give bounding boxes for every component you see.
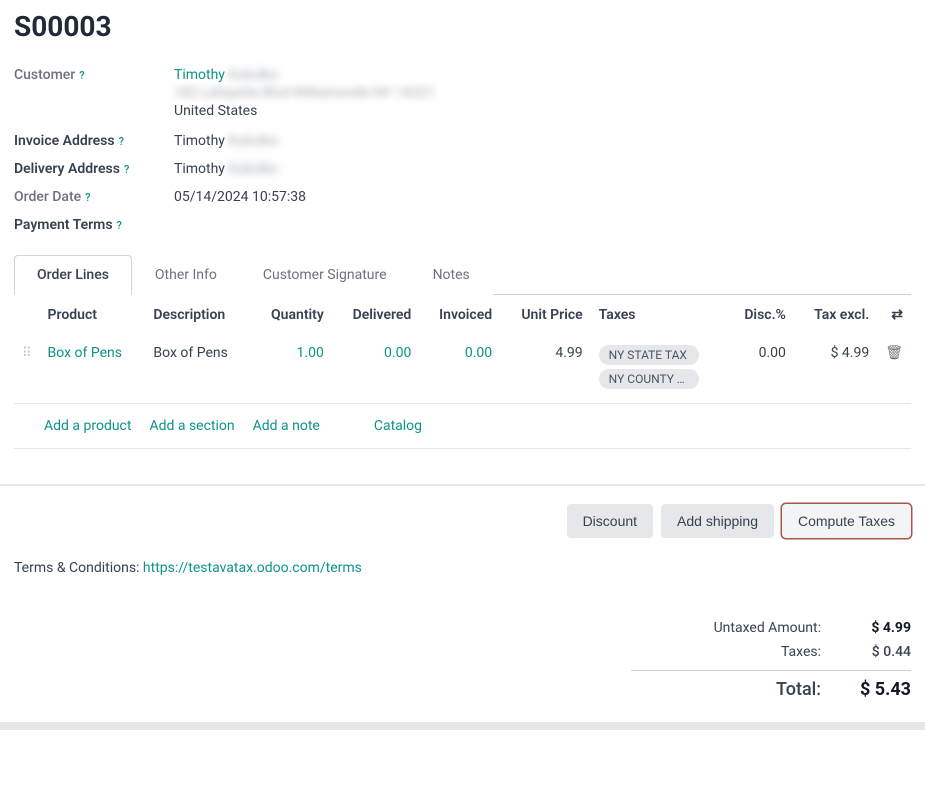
customer-addr1: 182 Lafayette Blvd [174, 85, 289, 101]
order-date-value: 05/14/2024 10:57:38 [174, 189, 911, 205]
settings-icon[interactable]: ⇄ [891, 307, 903, 323]
col-tax-excl: Tax excl. [794, 295, 877, 335]
help-icon[interactable]: ? [117, 219, 122, 232]
terms-link[interactable]: https://testavatax.odoo.com/terms [143, 560, 362, 576]
line-delivered[interactable]: 0.00 [332, 335, 419, 404]
customer-name-blur: Kukulko [228, 67, 278, 83]
total-value: $ 5.43 [841, 679, 911, 700]
taxes-value: $ 0.44 [841, 644, 911, 660]
invoice-address-label: Invoice Address? [14, 133, 174, 149]
untaxed-value: $ 4.99 [841, 620, 911, 636]
table-link-row: Add a product Add a section Add a note C… [14, 404, 911, 449]
help-icon[interactable]: ? [79, 69, 84, 82]
tab-customer-signature[interactable]: Customer Signature [240, 255, 410, 295]
line-invoiced[interactable]: 0.00 [419, 335, 500, 404]
tab-notes[interactable]: Notes [410, 255, 493, 295]
col-product: Product [40, 295, 146, 335]
tax-badge[interactable]: NY COUNTY TAX [599, 369, 699, 389]
col-description: Description [145, 295, 251, 335]
line-product[interactable]: Box of Pens [40, 335, 146, 404]
order-date-label: Order Date? [14, 189, 174, 205]
trash-icon[interactable]: 🗑 [885, 345, 903, 361]
taxes-label: Taxes: [631, 644, 821, 660]
col-delivered: Delivered [332, 295, 419, 335]
drag-handle-icon[interactable]: ⠿ [22, 346, 32, 361]
customer-country: United States [174, 103, 911, 119]
line-disc[interactable]: 0.00 [726, 335, 793, 404]
add-shipping-button[interactable]: Add shipping [661, 504, 774, 538]
customer-value: Timothy Kukulko 182 Lafayette Blvd Willi… [174, 67, 911, 121]
line-quantity[interactable]: 1.00 [251, 335, 332, 404]
line-taxes[interactable]: NY STATE TAX NY COUNTY TAX [591, 335, 727, 404]
delivery-address-label: Delivery Address? [14, 161, 174, 177]
tab-other-info[interactable]: Other Info [132, 255, 240, 295]
col-unit-price: Unit Price [500, 295, 591, 335]
action-buttons: Discount Add shipping Compute Taxes [14, 504, 911, 538]
tax-badge[interactable]: NY STATE TAX [599, 345, 699, 365]
customer-addr2: Williamsville NY 14221 [293, 85, 435, 101]
col-taxes: Taxes [591, 295, 727, 335]
order-lines-table: Product Description Quantity Delivered I… [14, 295, 911, 404]
terms-text: Terms & Conditions: https://testavatax.o… [14, 560, 911, 576]
totals: Untaxed Amount: $ 4.99 Taxes: $ 0.44 Tot… [631, 616, 911, 704]
add-product-link[interactable]: Add a product [44, 418, 131, 434]
add-section-link[interactable]: Add a section [149, 418, 234, 434]
tab-order-lines[interactable]: Order Lines [14, 255, 132, 295]
discount-button[interactable]: Discount [567, 504, 653, 538]
line-tax-excl: $ 4.99 [794, 335, 877, 404]
line-description[interactable]: Box of Pens [145, 335, 251, 404]
invoice-address-value: Timothy Kukulko [174, 133, 911, 149]
customer-label: Customer? [14, 67, 174, 83]
tabs: Order Lines Other Info Customer Signatur… [14, 255, 911, 295]
payment-terms-label: Payment Terms? [14, 217, 174, 233]
order-number: S00003 [14, 10, 911, 43]
customer-name-link[interactable]: Timothy [174, 67, 225, 83]
col-quantity: Quantity [251, 295, 332, 335]
help-icon[interactable]: ? [85, 191, 90, 204]
col-disc: Disc.% [726, 295, 793, 335]
catalog-link[interactable]: Catalog [374, 418, 422, 434]
add-note-link[interactable]: Add a note [253, 418, 320, 434]
help-icon[interactable]: ? [124, 163, 129, 176]
help-icon[interactable]: ? [119, 135, 124, 148]
untaxed-label: Untaxed Amount: [631, 620, 821, 636]
table-row[interactable]: ⠿ Box of Pens Box of Pens 1.00 0.00 0.00… [14, 335, 911, 404]
line-unit-price[interactable]: 4.99 [500, 335, 591, 404]
compute-taxes-button[interactable]: Compute Taxes [782, 504, 911, 538]
delivery-address-value: Timothy Kukulko [174, 161, 911, 177]
col-invoiced: Invoiced [419, 295, 500, 335]
total-label: Total: [631, 679, 821, 700]
